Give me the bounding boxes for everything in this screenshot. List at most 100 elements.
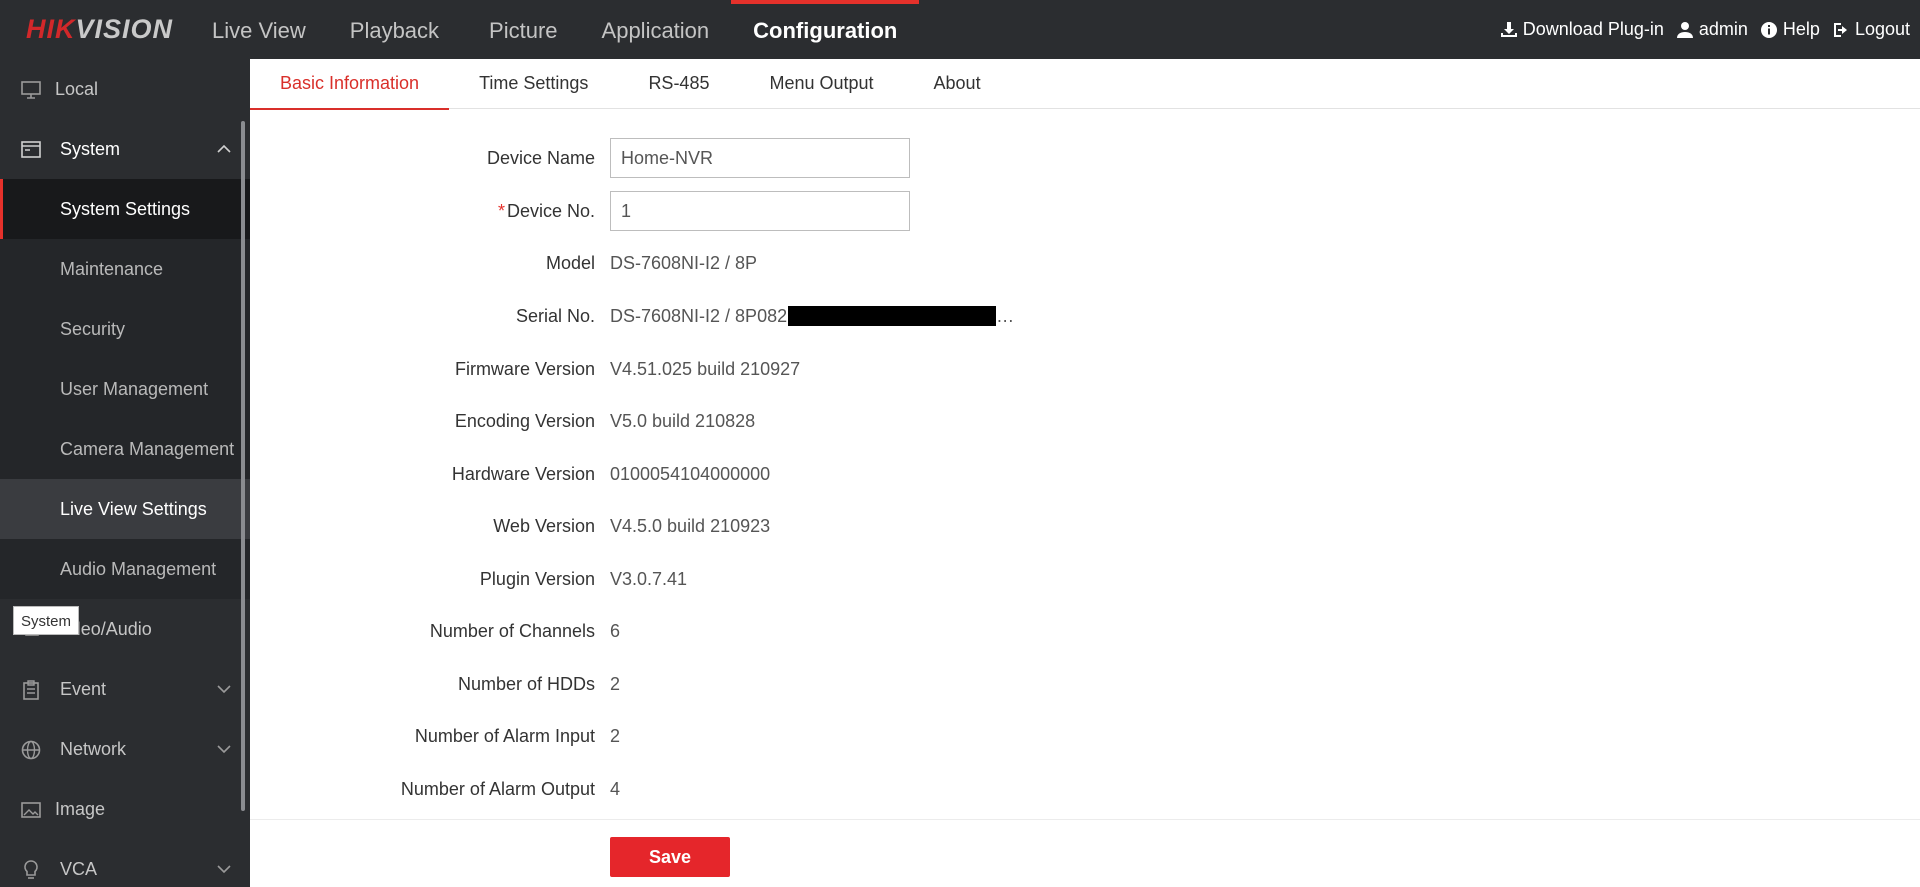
nav-configuration[interactable]: Configuration: [731, 0, 920, 59]
channels-label: Number of Channels: [429, 621, 595, 641]
tab-menu-output[interactable]: Menu Output: [739, 59, 903, 109]
tab-rs-485[interactable]: RS-485: [618, 59, 739, 109]
sidebar-item-label: System Settings: [60, 198, 191, 219]
chevron-down-icon[interactable]: [216, 861, 232, 877]
firmware-label: Firmware Version: [454, 359, 595, 379]
help-link[interactable]: Help: [1760, 19, 1820, 40]
sidebar-item-label: Maintenance: [60, 258, 164, 279]
sidebar-item-image[interactable]: Image: [0, 779, 250, 839]
device-no-label-text: Device No.: [506, 201, 595, 221]
sidebar-item-label: Live View Settings: [60, 498, 207, 519]
sidebar-item-security[interactable]: Security: [0, 299, 250, 359]
chevron-up-icon[interactable]: [216, 141, 232, 157]
form-row-device-name: Device Name: [250, 138, 1920, 178]
required-mark: *: [497, 201, 505, 221]
nav-playback[interactable]: Playback: [328, 0, 461, 59]
sidebar-item-label: Event: [60, 678, 107, 699]
user-icon: [1676, 21, 1693, 38]
save-button[interactable]: Save: [610, 837, 730, 877]
form-row-firmware: Firmware Version V4.51.025 build 210927: [250, 349, 1920, 389]
sidebar-item-user-management[interactable]: User Management: [0, 359, 250, 419]
web-value: V4.5.0 build 210923: [610, 516, 771, 536]
sidebar-item-live-view-settings[interactable]: Live View Settings: [0, 479, 250, 539]
chevron-down-icon[interactable]: [216, 741, 232, 757]
sidebar-item-network[interactable]: Network: [0, 719, 250, 779]
help-label: Help: [1782, 19, 1820, 39]
device-name-input[interactable]: [610, 138, 910, 178]
lightbulb-icon: [24, 860, 38, 879]
sidebar-item-label: Camera Management: [60, 438, 235, 459]
form-row-channels: Number of Channels 6: [250, 611, 1920, 651]
sidebar-item-label: Security: [60, 318, 126, 339]
alarm-output-label: Number of Alarm Output: [400, 779, 595, 799]
sidebar-item-local[interactable]: Local: [0, 59, 250, 119]
redaction-bar: [788, 306, 997, 326]
serial-no-value: DS-7608NI-I2 / 8P082…: [610, 306, 1014, 327]
logo-text-hik: HIK: [26, 14, 76, 44]
footer-divider: [250, 819, 1920, 820]
device-no-input[interactable]: [610, 191, 910, 231]
sidebar-item-label: Local: [55, 78, 99, 99]
model-value: DS-7608NI-I2 / 8P: [610, 253, 758, 273]
logout-label: Logout: [1854, 19, 1910, 39]
plugin-label: Plugin Version: [479, 569, 595, 589]
form-row-encoding: Encoding Version V5.0 build 210828: [250, 401, 1920, 441]
sidebar-item-vca[interactable]: VCA: [0, 839, 250, 887]
download-plugin-link[interactable]: Download Plug-in: [1500, 19, 1664, 40]
sidebar-item-camera-management[interactable]: Camera Management: [0, 419, 250, 479]
sidebar-item-maintenance[interactable]: Maintenance: [0, 239, 250, 299]
form-row-alarm-input: Number of Alarm Input 2: [250, 716, 1920, 756]
tab-about[interactable]: About: [904, 59, 1011, 109]
main-content: Basic Information Time Settings RS-485 M…: [250, 59, 1920, 887]
logout-link[interactable]: Logout: [1832, 19, 1910, 40]
form-row-alarm-output: Number of Alarm Output 4: [250, 769, 1920, 809]
tab-time-settings[interactable]: Time Settings: [449, 59, 618, 109]
form-row-web: Web Version V4.5.0 build 210923: [250, 506, 1920, 546]
sidebar-item-system[interactable]: System: [0, 119, 250, 179]
sidebar: Local System System Settings Maintenance…: [0, 59, 250, 887]
hikvision-logo[interactable]: HIKVISION: [26, 14, 173, 45]
tooltip: System: [13, 606, 79, 635]
logout-icon: [1833, 22, 1847, 37]
tab-bar: Basic Information Time Settings RS-485 M…: [250, 59, 1920, 110]
hardware-label: Hardware Version: [451, 464, 595, 484]
chevron-down-icon[interactable]: [216, 681, 232, 697]
download-icon: [1500, 21, 1517, 37]
monitor-icon: [21, 81, 41, 99]
sidebar-item-system-settings[interactable]: System Settings: [0, 179, 250, 239]
alarm-output-value: 4: [610, 779, 621, 799]
model-label: Model: [545, 253, 595, 273]
device-name-label: Device Name: [486, 148, 595, 168]
globe-icon: [21, 740, 41, 760]
sidebar-item-label: Audio Management: [60, 558, 217, 579]
window-icon: [21, 141, 41, 158]
form-row-model: Model DS-7608NI-I2 / 8P: [250, 243, 1920, 283]
plugin-value: V3.0.7.41: [610, 569, 688, 589]
nav-picture[interactable]: Picture: [461, 0, 579, 59]
hdds-label: Number of HDDs: [457, 674, 595, 694]
serial-no-ellipsis: …: [996, 306, 1015, 326]
tab-basic-information[interactable]: Basic Information: [250, 59, 450, 110]
image-icon: [21, 802, 41, 818]
sidebar-item-event[interactable]: Event: [0, 659, 250, 719]
sidebar-item-label: VCA: [60, 858, 98, 879]
download-plugin-label: Download Plug-in: [1522, 19, 1664, 39]
hardware-value: 0100054104000000: [610, 464, 771, 484]
form-row-plugin: Plugin Version V3.0.7.41: [250, 559, 1920, 599]
header-actions: Download Plug-in admin Help Logout: [1500, 0, 1910, 59]
hdds-value: 2: [610, 674, 621, 694]
device-no-label: * Device No.: [498, 201, 595, 222]
nav-application[interactable]: Application: [580, 0, 732, 59]
nav-live-view[interactable]: Live View: [190, 0, 328, 59]
top-bar: HIKVISION Live View Playback Picture App…: [0, 0, 1920, 59]
alarm-input-value: 2: [610, 726, 621, 746]
form-row-serial-no: Serial No. DS-7608NI-I2 / 8P082…: [250, 296, 1920, 336]
sidebar-scrollbar[interactable]: [241, 121, 245, 811]
user-link[interactable]: admin: [1676, 19, 1748, 40]
info-icon: [1760, 21, 1777, 38]
form-row-hardware: Hardware Version 0100054104000000: [250, 454, 1920, 494]
logo-text-vision: VISION: [75, 14, 174, 44]
sidebar-item-audio-management[interactable]: Audio Management: [0, 539, 250, 599]
form-row-device-no: * Device No.: [250, 191, 1920, 231]
encoding-label: Encoding Version: [454, 411, 595, 431]
